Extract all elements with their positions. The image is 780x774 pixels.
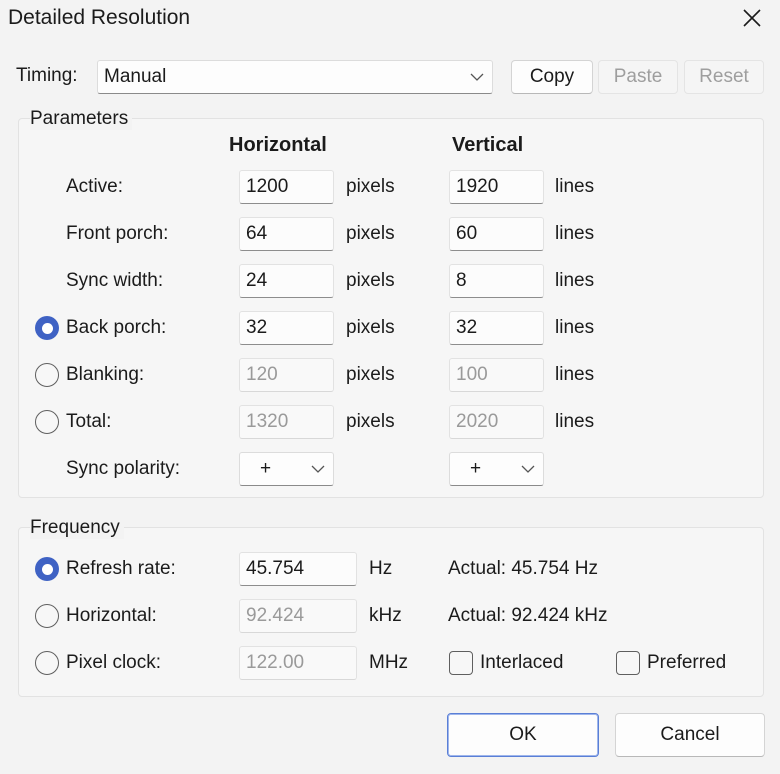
sync-width-horizontal-input[interactable]: 24 — [239, 264, 334, 298]
blanking-vertical-unit: lines — [555, 364, 595, 385]
blanking-label: Blanking: — [66, 364, 145, 385]
front-porch-horizontal-unit: pixels — [346, 223, 395, 244]
interlaced-checkbox[interactable] — [449, 651, 473, 675]
reset-button[interactable]: Reset — [684, 60, 764, 94]
horizontal-header: Horizontal — [229, 134, 327, 156]
horizontal-frequency-actual: Actual: 92.424 kHz — [448, 605, 608, 626]
chevron-down-icon — [470, 73, 484, 81]
active-vertical-unit: lines — [555, 176, 595, 197]
sync-polarity-label: Sync polarity: — [66, 458, 181, 479]
timing-value: Manual — [104, 66, 167, 87]
blanking-radio[interactable] — [35, 363, 59, 387]
total-vertical-input[interactable]: 2020 — [449, 405, 544, 439]
chevron-down-icon — [521, 465, 535, 473]
blanking-vertical-input[interactable]: 100 — [449, 358, 544, 392]
sync-width-label: Sync width: — [66, 270, 164, 291]
horizontal-polarity-value: + — [260, 458, 272, 479]
vertical-header: Vertical — [452, 134, 524, 156]
close-icon — [743, 9, 761, 27]
refresh-rate-unit: Hz — [369, 558, 393, 579]
parameters-group — [18, 118, 764, 498]
paste-button[interactable]: Paste — [598, 60, 678, 94]
back-porch-vertical-input[interactable]: 32 — [449, 311, 544, 345]
refresh-rate-radio[interactable] — [35, 557, 59, 581]
close-button[interactable] — [736, 2, 768, 34]
vertical-polarity-select[interactable]: + — [449, 452, 544, 486]
vertical-polarity-value: + — [470, 458, 482, 479]
total-radio[interactable] — [35, 410, 59, 434]
sync-width-vertical-unit: lines — [555, 270, 595, 291]
refresh-rate-label: Refresh rate: — [66, 558, 176, 579]
chevron-down-icon — [311, 465, 325, 473]
pixel-clock-label: Pixel clock: — [66, 652, 162, 673]
copy-button[interactable]: Copy — [511, 60, 593, 94]
ok-button[interactable]: OK — [447, 713, 599, 757]
active-vertical-input[interactable]: 1920 — [449, 170, 544, 204]
active-horizontal-input[interactable]: 1200 — [239, 170, 334, 204]
horizontal-frequency-label: Horizontal: — [66, 605, 157, 626]
pixel-clock-unit: MHz — [369, 652, 409, 673]
front-porch-vertical-unit: lines — [555, 223, 595, 244]
front-porch-horizontal-input[interactable]: 64 — [239, 217, 334, 251]
back-porch-horizontal-input[interactable]: 32 — [239, 311, 334, 345]
sync-width-vertical-input[interactable]: 8 — [449, 264, 544, 298]
back-porch-radio[interactable] — [35, 316, 59, 340]
total-label: Total: — [66, 411, 112, 432]
preferred-label: Preferred — [647, 652, 727, 673]
refresh-rate-actual: Actual: 45.754 Hz — [448, 558, 598, 579]
interlaced-label: Interlaced — [480, 652, 564, 673]
blanking-horizontal-unit: pixels — [346, 364, 395, 385]
blanking-horizontal-input[interactable]: 120 — [239, 358, 334, 392]
preferred-checkbox[interactable] — [616, 651, 640, 675]
window-title: Detailed Resolution — [8, 6, 191, 29]
back-porch-horizontal-unit: pixels — [346, 317, 395, 338]
sync-width-horizontal-unit: pixels — [346, 270, 395, 291]
back-porch-label: Back porch: — [66, 317, 167, 338]
refresh-rate-input[interactable]: 45.754 — [239, 552, 357, 586]
total-horizontal-input[interactable]: 1320 — [239, 405, 334, 439]
frequency-group-label: Frequency — [30, 517, 124, 539]
active-label: Active: — [66, 176, 124, 197]
pixel-clock-input[interactable]: 122.00 — [239, 646, 357, 680]
cancel-button[interactable]: Cancel — [615, 713, 765, 757]
horizontal-frequency-input[interactable]: 92.424 — [239, 599, 357, 633]
back-porch-vertical-unit: lines — [555, 317, 595, 338]
horizontal-frequency-radio[interactable] — [35, 604, 59, 628]
horizontal-polarity-select[interactable]: + — [239, 452, 334, 486]
total-vertical-unit: lines — [555, 411, 595, 432]
front-porch-label: Front porch: — [66, 223, 169, 244]
horizontal-frequency-unit: kHz — [369, 605, 402, 626]
timing-select[interactable]: Manual — [97, 60, 493, 94]
total-horizontal-unit: pixels — [346, 411, 395, 432]
active-horizontal-unit: pixels — [346, 176, 395, 197]
parameters-group-label: Parameters — [30, 108, 133, 130]
timing-label: Timing: — [16, 65, 78, 86]
pixel-clock-radio[interactable] — [35, 651, 59, 675]
front-porch-vertical-input[interactable]: 60 — [449, 217, 544, 251]
